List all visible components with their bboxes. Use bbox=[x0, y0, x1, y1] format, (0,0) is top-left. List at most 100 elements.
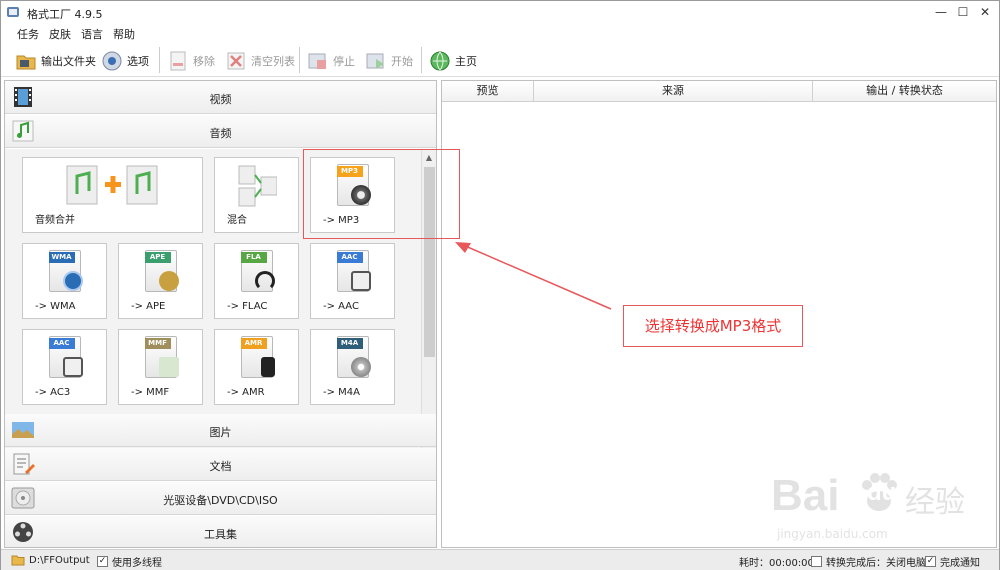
tile-to-mmf[interactable]: MMF -> MMF bbox=[118, 329, 203, 405]
category-tools-label: 工具集 bbox=[204, 528, 237, 541]
column-preview[interactable]: 预览 bbox=[442, 81, 534, 102]
annotation-arrow-icon bbox=[455, 242, 612, 310]
m4a-disc-icon: M4A bbox=[333, 336, 373, 380]
minimize-button[interactable]: — bbox=[931, 4, 951, 20]
options-label: 选项 bbox=[127, 55, 149, 68]
notify-checkbox[interactable]: ✓ 完成通知 bbox=[925, 554, 980, 569]
output-folder-label: 输出文件夹 bbox=[41, 55, 96, 68]
category-video-label: 视频 bbox=[209, 93, 232, 106]
clear-x-icon bbox=[227, 52, 245, 70]
highlight-rectangle bbox=[303, 149, 460, 239]
category-video[interactable]: 视频 bbox=[5, 81, 436, 114]
menu-skin[interactable]: 皮肤 bbox=[49, 26, 71, 42]
tile-label: -> MMF bbox=[131, 387, 170, 398]
multithread-label: 使用多线程 bbox=[112, 558, 162, 569]
home-label: 主页 bbox=[455, 55, 477, 68]
annotation-callout: 选择转换成MP3格式 bbox=[623, 305, 803, 347]
multithread-checkbox[interactable]: ✓ 使用多线程 bbox=[97, 554, 162, 569]
tile-to-aac[interactable]: AAC -> AAC bbox=[310, 243, 395, 319]
toolbar: 输出文件夹 选项 移除 清空列表 停止 开始 主页 bbox=[1, 43, 999, 77]
ac3-3d-icon: AAC bbox=[45, 336, 85, 380]
checkbox-checked-icon: ✓ bbox=[925, 556, 936, 567]
output-path[interactable]: D:\FFOutput bbox=[11, 554, 90, 566]
audio-merge-icon bbox=[66, 165, 157, 205]
options-button[interactable]: 选项 bbox=[101, 49, 149, 73]
start-button[interactable]: 开始 bbox=[365, 49, 413, 73]
category-audio-label: 音频 bbox=[209, 127, 232, 140]
maximize-button[interactable]: ☐ bbox=[953, 4, 973, 20]
stop-icon bbox=[308, 53, 326, 69]
elapsed-time: 耗时：00:00:00 bbox=[739, 554, 814, 569]
remove-button[interactable]: 移除 bbox=[167, 49, 215, 73]
tile-to-wma[interactable]: WMA -> WMA bbox=[22, 243, 107, 319]
remove-label: 移除 bbox=[193, 55, 215, 68]
category-document[interactable]: 文档 bbox=[5, 448, 436, 481]
output-folder-button[interactable]: 输出文件夹 bbox=[15, 49, 96, 73]
category-document-label: 文档 bbox=[209, 460, 232, 473]
toolbar-separator bbox=[421, 47, 422, 73]
tile-label: -> AMR bbox=[227, 387, 265, 398]
clear-list-button[interactable]: 清空列表 bbox=[225, 49, 295, 73]
output-path-label: D:\FFOutput bbox=[29, 554, 90, 566]
shutdown-label: 转换完成后：关闭电脑 bbox=[826, 558, 926, 569]
window-title: 格式工厂 4.9.5 bbox=[27, 8, 103, 21]
ape-icon: APE bbox=[141, 250, 181, 294]
tile-to-ape[interactable]: APE -> APE bbox=[118, 243, 203, 319]
stop-button[interactable]: 停止 bbox=[307, 49, 355, 73]
tile-to-ac3[interactable]: AAC -> AC3 bbox=[22, 329, 107, 405]
tile-label: -> M4A bbox=[323, 387, 360, 398]
notify-label: 完成通知 bbox=[940, 558, 980, 569]
category-optical-label: 光驱设备\DVD\CD\ISO bbox=[163, 494, 278, 507]
wma-play-icon: WMA bbox=[45, 250, 85, 294]
tile-label: -> AAC bbox=[323, 301, 359, 312]
category-optical-drive[interactable]: 光驱设备\DVD\CD\ISO bbox=[5, 482, 436, 515]
title-bar: 格式工厂 4.9.5 — ☐ ✕ bbox=[1, 1, 999, 23]
tile-label: -> FLAC bbox=[227, 301, 268, 312]
column-source[interactable]: 来源 bbox=[534, 81, 813, 102]
close-button[interactable]: ✕ bbox=[975, 4, 995, 20]
home-button[interactable]: 主页 bbox=[429, 49, 477, 73]
app-window: 格式工厂 4.9.5 — ☐ ✕ 任务 皮肤 语言 帮助 输出文件夹 选项 移除… bbox=[0, 0, 1000, 570]
column-output-status[interactable]: 输出 / 转换状态 bbox=[813, 81, 996, 102]
tile-label: 混合 bbox=[227, 215, 247, 226]
toolbar-separator bbox=[159, 47, 160, 73]
menu-bar: 任务 皮肤 语言 帮助 bbox=[1, 23, 999, 43]
folder-icon bbox=[16, 55, 36, 70]
category-image-label: 图片 bbox=[209, 426, 232, 439]
menu-language[interactable]: 语言 bbox=[81, 26, 103, 42]
menu-task[interactable]: 任务 bbox=[17, 26, 39, 42]
clear-list-label: 清空列表 bbox=[251, 55, 295, 68]
format-factory-logo-icon bbox=[7, 7, 19, 17]
tile-label: -> APE bbox=[131, 301, 166, 312]
tile-to-m4a[interactable]: M4A -> M4A bbox=[310, 329, 395, 405]
tile-label: -> WMA bbox=[35, 301, 76, 312]
tile-label: 音频合并 bbox=[35, 215, 75, 226]
category-audio[interactable]: 音频 bbox=[5, 115, 436, 148]
aac-3d-icon: AAC bbox=[333, 250, 373, 294]
start-label: 开始 bbox=[391, 55, 413, 68]
category-tools[interactable]: 工具集 bbox=[5, 516, 436, 547]
remove-document-icon bbox=[170, 51, 186, 71]
tile-label: -> AC3 bbox=[35, 387, 71, 398]
tile-to-flac[interactable]: FLA -> FLAC bbox=[214, 243, 299, 319]
folder-icon bbox=[11, 555, 25, 566]
shutdown-after-convert-checkbox[interactable]: 转换完成后：关闭电脑 bbox=[811, 554, 926, 569]
checkbox-checked-icon: ✓ bbox=[97, 556, 108, 567]
tile-audio-merge[interactable]: 音频合并 bbox=[22, 157, 203, 233]
menu-help[interactable]: 帮助 bbox=[113, 26, 135, 42]
globe-icon bbox=[430, 51, 450, 71]
checkbox-unchecked-icon bbox=[811, 556, 822, 567]
amr-phone-icon: AMR bbox=[237, 336, 277, 380]
flac-headphones-icon: FLA bbox=[237, 250, 277, 294]
category-image[interactable]: 图片 bbox=[5, 414, 436, 447]
elapsed-time-label: 耗时：00:00:00 bbox=[739, 558, 814, 569]
audio-mix-icon bbox=[238, 165, 277, 207]
tile-to-amr[interactable]: AMR -> AMR bbox=[214, 329, 299, 405]
tile-mix[interactable]: 混合 bbox=[214, 157, 299, 233]
status-bar: D:\FFOutput ✓ 使用多线程 耗时：00:00:00 转换完成后：关闭… bbox=[1, 549, 999, 570]
baidu-jingyan-watermark: Bai du 经验 jingyan.baidu.com bbox=[771, 471, 965, 541]
toolbar-separator bbox=[299, 47, 300, 73]
gear-icon bbox=[102, 51, 122, 71]
mmf-icon: MMF bbox=[141, 336, 181, 380]
stop-label: 停止 bbox=[333, 55, 355, 68]
